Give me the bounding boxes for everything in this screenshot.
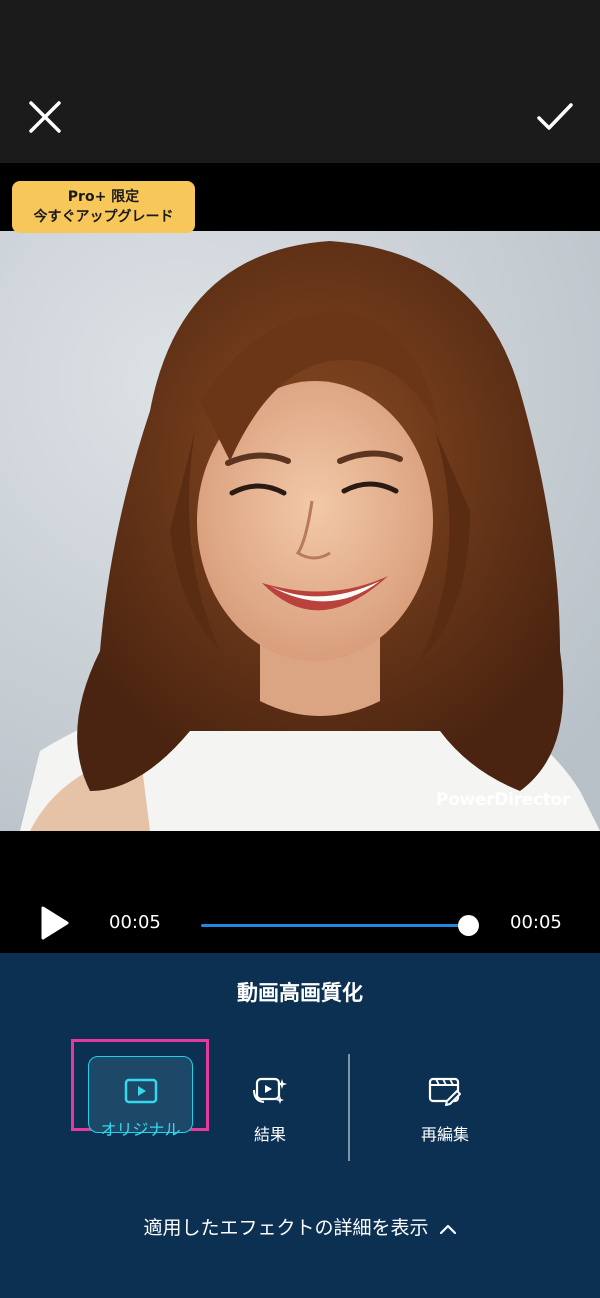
original-option-button[interactable]: オリジナル bbox=[88, 1056, 193, 1139]
play-icon bbox=[41, 906, 69, 940]
effect-details-toggle[interactable]: 適用したエフェクトの詳細を表示 bbox=[0, 1213, 600, 1240]
chevron-up-icon bbox=[439, 1218, 457, 1240]
panel-title: 動画高画質化 bbox=[237, 981, 363, 1005]
result-option-button[interactable]: 結果 bbox=[235, 1075, 305, 1145]
pro-upgrade-badge[interactable]: Pro+ 限定 今すぐアップグレード bbox=[12, 181, 195, 233]
seek-thumb[interactable] bbox=[458, 915, 479, 936]
original-label: オリジナル bbox=[100, 1120, 181, 1139]
options-divider bbox=[348, 1054, 350, 1161]
checkmark-icon bbox=[537, 103, 573, 130]
preview-image bbox=[0, 231, 600, 831]
pro-badge-line2: 今すぐアップグレード bbox=[33, 209, 174, 225]
seek-track[interactable] bbox=[201, 924, 469, 927]
play-frame-icon bbox=[124, 1078, 157, 1104]
current-time: 00:05 bbox=[109, 912, 161, 933]
details-text: 適用したエフェクトの詳細を表示 bbox=[143, 1217, 429, 1239]
video-preview: Pro+ 限定 今すぐアップグレード PowerDirector bbox=[0, 163, 600, 953]
portrait-photo bbox=[0, 231, 600, 831]
confirm-button[interactable] bbox=[533, 95, 577, 139]
play-button[interactable] bbox=[36, 905, 72, 941]
pro-badge-line1: Pro+ 限定 bbox=[67, 189, 140, 205]
result-label: 結果 bbox=[253, 1125, 286, 1144]
total-time: 00:05 bbox=[510, 912, 562, 933]
enhancement-panel: 動画高画質化 オリジナル 結果 再編集 適用したエフェクトの詳細を表示 bbox=[0, 953, 600, 1298]
sparkle-video-icon bbox=[253, 1077, 287, 1104]
close-icon bbox=[29, 101, 61, 133]
top-bar bbox=[0, 0, 600, 163]
close-button[interactable] bbox=[23, 95, 67, 139]
reedit-label: 再編集 bbox=[420, 1125, 469, 1144]
watermark-text: PowerDirector bbox=[436, 790, 570, 810]
edit-clip-icon bbox=[428, 1077, 461, 1106]
reedit-option-button[interactable]: 再編集 bbox=[400, 1075, 490, 1145]
playback-bar: 00:05 00:05 bbox=[0, 897, 600, 953]
